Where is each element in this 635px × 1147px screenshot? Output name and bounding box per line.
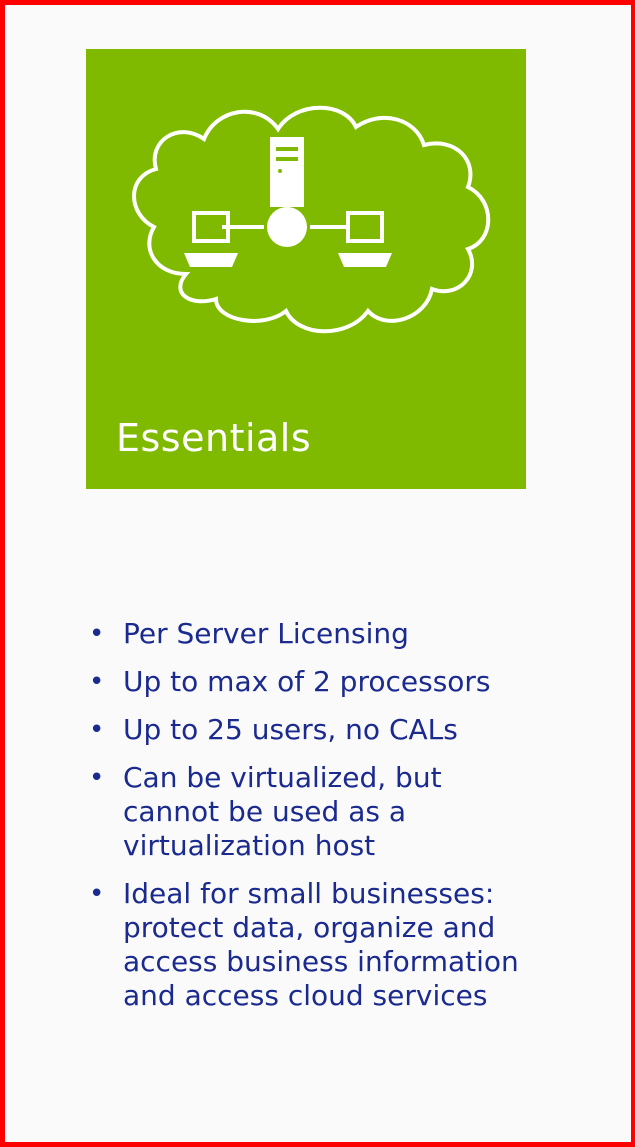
feature-line: protect data, organize and <box>123 911 496 944</box>
feature-item: • Up to 25 users, no CALs <box>89 713 609 747</box>
feature-line: Up to 25 users, no CALs <box>123 713 458 746</box>
cloud-outline <box>132 105 491 334</box>
feature-line: and access cloud services <box>123 979 488 1012</box>
feature-line: access business information <box>123 945 519 978</box>
feature-item: • Per Server Licensing <box>89 617 609 651</box>
feature-line: cannot be used as a <box>123 795 406 828</box>
network-hub-icon <box>267 207 307 247</box>
feature-line: Can be virtualized, but <box>123 761 442 794</box>
bullet-icon: • <box>89 619 105 649</box>
bullet-icon: • <box>89 763 105 793</box>
bullet-icon: • <box>89 715 105 745</box>
bullet-icon: • <box>89 879 105 909</box>
feature-line: Up to max of 2 processors <box>123 665 491 698</box>
essentials-tile: Essentials <box>86 49 526 489</box>
feature-item: • Can be virtualized, but cannot be used… <box>89 761 609 863</box>
slide-frame: Essentials • Per Server Licensing • Up t… <box>0 0 635 1147</box>
feature-list: • Per Server Licensing • Up to max of 2 … <box>89 617 609 1027</box>
feature-line: virtualization host <box>123 829 376 862</box>
feature-item: • Ideal for small businesses: protect da… <box>89 877 609 1013</box>
feature-item: • Up to max of 2 processors <box>89 665 609 699</box>
feature-line: Ideal for small businesses: <box>123 877 495 910</box>
tile-title: Essentials <box>116 416 312 460</box>
right-laptop-icon <box>338 211 392 267</box>
feature-line: Per Server Licensing <box>123 617 409 650</box>
bullet-icon: • <box>89 667 105 697</box>
left-laptop-icon <box>184 211 238 267</box>
